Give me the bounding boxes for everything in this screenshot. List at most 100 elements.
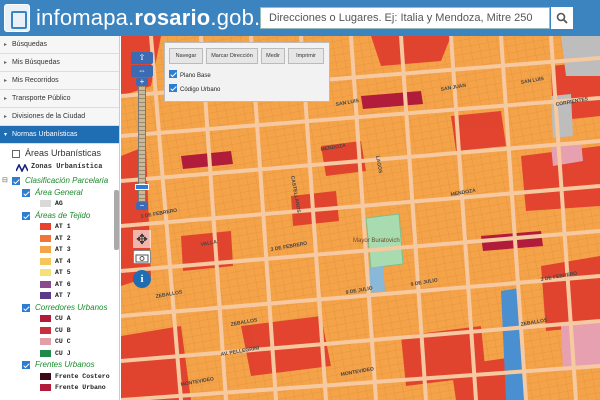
legend-row: AT 2 [0,233,119,245]
sidebar-item-label: Normas Urbanísticas [12,131,78,138]
medir-button[interactable]: Medir [261,48,285,64]
sidebar-item-busquedas[interactable]: ▸ Búsquedas [0,36,119,54]
map-toolbar: Navegar Marcar Dirección Medir Imprimir … [164,42,330,102]
sidebar-item-label: Búsquedas [12,41,48,48]
sidebar-item-label: Divisiones de la Ciudad [12,113,86,120]
chevron-right-icon: ▸ [4,114,8,120]
pan-arrows-icon[interactable]: ⇧ [131,52,153,64]
legend-row: AT 3 [0,244,119,256]
legend-row: AT 1 [0,221,119,233]
tree-row-clasificacion[interactable]: ⊟ Clasificación Parcelaria [0,175,119,187]
sidebar-item-transporte[interactable]: ▸ Transporte Público [0,90,119,108]
search-button[interactable] [551,7,573,29]
legend-label: AT 4 [55,257,71,265]
chevron-down-icon: ▾ [4,132,8,138]
sidebar-item-label: Transporte Público [12,95,71,102]
place-label: Mayor Buratovich [353,238,400,244]
sidebar-scrollbar[interactable] [114,190,119,250]
site-title[interactable]: infomapa.rosario.gob.ar [36,4,280,32]
checkbox[interactable] [12,150,20,158]
legend-row: CU A [0,313,119,325]
tree-row-areas-tejido[interactable]: Áreas de Tejido [0,210,119,222]
sidebar-item-label: Mis Recorridos [12,77,59,84]
legend-row: CU J [0,348,119,360]
search-icon [556,12,568,24]
camera-icon[interactable] [133,250,151,264]
checkbox[interactable] [22,303,30,312]
sidebar: ▸ Búsquedas ▸ Mis Búsquedas ▸ Mis Recorrido… [0,36,120,400]
layer-codigo-urbano[interactable]: Código Urbano [169,83,220,93]
legend-label: AT 7 [55,292,71,299]
zoom-handle[interactable] [135,184,149,190]
marcar-direccion-button[interactable]: Marcar Dirección [206,48,258,64]
legend-label: AT 6 [55,280,71,288]
legend-label: CU C [55,338,71,345]
pan-left-right-icon[interactable]: ⇔ [131,65,153,77]
legend-swatch [40,372,51,380]
chevron-right-icon: ▸ [4,78,8,84]
tree-row-frente-costero: Frente Costero [0,371,119,383]
legend-swatch [40,338,51,345]
legend-swatch [40,315,51,322]
sidebar-item-mis-busquedas[interactable]: ▸ Mis Búsquedas [0,54,119,72]
tree-label: Área General [35,187,83,197]
collapse-icon[interactable]: ⊟ [2,175,8,187]
info-icon[interactable]: i [133,270,151,288]
sidebar-item-mis-recorridos[interactable]: ▸ Mis Recorridos [0,72,119,90]
layer-label: Plano Base [180,73,211,79]
legend-swatch [40,280,51,288]
zigzag-line-icon [16,164,28,172]
city-logo-icon[interactable] [4,4,30,32]
chevron-right-icon: ▸ [4,60,8,66]
legend-swatch [40,326,51,334]
at-legend-list: AT 1 AT 2 AT 3 AT 4 AT 5 AT 6 AT 7 [0,221,119,302]
checkbox[interactable] [22,211,30,220]
chevron-right-icon: ▸ [4,42,8,48]
checkbox[interactable] [22,188,30,197]
title-bold: rosario [134,5,211,30]
checkbox[interactable] [12,177,20,185]
tree-label: Áreas de Tejido [35,210,91,220]
legend-row: CU C [0,336,119,348]
imprimir-button[interactable]: Imprimir [288,48,324,64]
legend-label: AT 3 [55,246,71,253]
tree-row-zonas[interactable]: Zonas Urbanística [0,162,119,175]
layer-plano-base[interactable]: Plano Base [169,69,211,79]
legend-swatch [40,269,51,276]
sidebar-item-divisiones[interactable]: ▸ Divisiones de la Ciudad [0,108,119,126]
tree-row-frente-urbano: Frente Urbano [0,382,119,394]
legend-label: AT 5 [55,269,71,276]
tree-row-frentes[interactable]: Frentes Urbanos [0,359,119,371]
sidebar-item-label: Mis Búsquedas [12,59,60,66]
legend-swatch [40,257,51,265]
tree-row-corredores[interactable]: Corredores Urbanos [0,302,119,314]
zoom-out-button[interactable]: − [136,202,148,210]
tree-label: Corredores Urbanos [35,302,108,312]
tree-label: Clasificación Parcelaria [25,176,109,185]
cu-legend-list: CU A CU B CU C CU J [0,313,119,359]
legend-row: CU B [0,325,119,337]
chevron-right-icon: ▸ [4,96,8,102]
zoom-in-button[interactable]: + [136,78,148,86]
layer-tree: Áreas Urbanísticas Zonas Urbanística ⊟ C… [0,144,119,394]
tree-row-area-general[interactable]: Área General [0,187,119,199]
layer-label: Código Urbano [180,87,221,93]
tree-row-ag: AG [0,198,119,210]
tree-row-areas-urbanisticas[interactable]: Áreas Urbanísticas [0,148,119,162]
legend-swatch [40,292,51,299]
legend-swatch [40,349,51,357]
checkbox[interactable] [169,70,177,78]
legend-label: CU J [55,349,71,357]
legend-swatch [40,200,51,207]
legend-swatch [40,246,51,253]
legend-label: AT 2 [55,234,71,242]
tree-label: Frentes Urbanos [35,360,95,369]
navegar-button[interactable]: Navegar [169,48,203,64]
legend-label: AT 1 [55,223,71,230]
move-icon[interactable]: ✥ [133,230,151,248]
checkbox[interactable] [169,84,177,92]
legend-row: AT 6 [0,279,119,291]
checkbox[interactable] [22,361,30,369]
search-input[interactable] [260,7,550,29]
sidebar-item-normas[interactable]: ▾ Normas Urbanísticas [0,126,119,144]
